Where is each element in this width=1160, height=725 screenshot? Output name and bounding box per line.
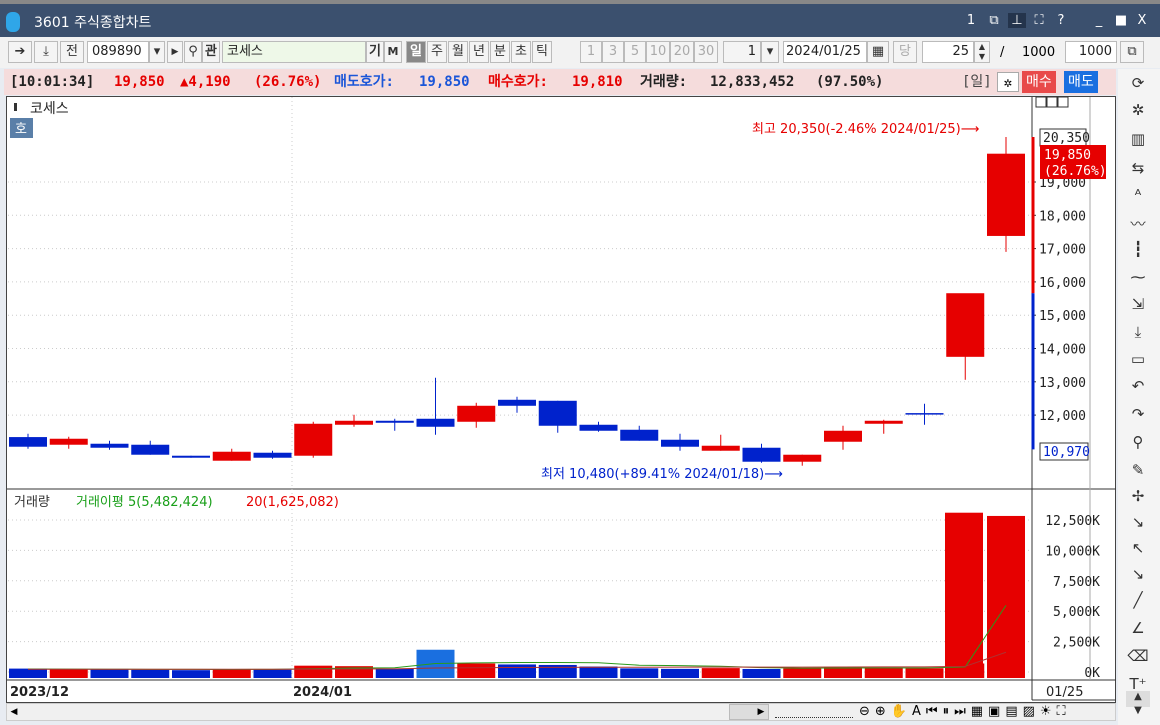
candle-body — [620, 429, 659, 441]
candle-body — [579, 424, 618, 431]
chart-canvas: 19,00018,00017,00016,00015,00014,00013,0… — [7, 96, 1116, 701]
candle-body — [335, 420, 373, 425]
price-panel-title: 코세스 — [30, 101, 69, 117]
price-axis-label: 17,000 — [1039, 243, 1086, 258]
candle-body — [783, 454, 822, 462]
price-axis-label: 18,000 — [1039, 209, 1086, 224]
current-rate-label: (26.76%) — [1044, 164, 1107, 179]
volume-bar — [49, 669, 88, 678]
volume-axis-label: 10,000K — [1045, 544, 1100, 559]
volume-bar — [905, 668, 944, 678]
panel-scale-button — [1057, 96, 1069, 108]
candle-body — [498, 399, 536, 406]
price-axis-label: 13,000 — [1039, 376, 1086, 391]
date-label: 2024/01 — [293, 685, 352, 700]
low-annotation: 최저 10,480(+89.41% 2024/01/18)⟶ — [541, 467, 783, 482]
price-axis-label: 15,000 — [1039, 309, 1086, 324]
price-axis-label: 14,000 — [1039, 343, 1086, 358]
volume-bar — [620, 668, 659, 678]
current-date-label: 01/25 — [1046, 685, 1083, 700]
candle-body — [131, 444, 170, 455]
candle-body — [172, 455, 210, 458]
candle-body — [375, 420, 414, 423]
candle-body — [661, 439, 699, 447]
volume-bar — [212, 669, 251, 678]
volume-bar — [131, 669, 170, 678]
date-label: 2023/12 — [10, 685, 69, 700]
price-axis-label: 12,000 — [1039, 409, 1086, 424]
volume-bar — [864, 667, 903, 678]
volume-bar — [498, 664, 536, 678]
candle-body — [212, 451, 251, 461]
volume-bar — [172, 670, 210, 678]
candle-body — [294, 423, 333, 456]
volume-ma20-legend: 20(1,625,082) — [246, 495, 339, 510]
volume-axis-label: 7,500K — [1053, 575, 1100, 590]
candle-body — [49, 438, 88, 445]
volume-bar — [294, 665, 333, 678]
volume-ma5-legend: 거래이평 5(5,482,424) — [76, 495, 213, 510]
volume-bar — [783, 668, 822, 678]
volume-bar — [9, 668, 47, 678]
panel-scale-button — [1046, 96, 1058, 108]
candle-body — [864, 420, 903, 424]
volume-bar — [253, 669, 292, 678]
candle-body — [987, 153, 1025, 236]
candle-body — [538, 400, 577, 426]
current-price-label: 19,850 — [1044, 148, 1091, 163]
candle-body — [90, 443, 129, 448]
volume-axis-label: 0K — [1084, 666, 1100, 681]
candle-body — [946, 293, 985, 357]
volume-bar — [742, 668, 781, 678]
low-price-label: 10,970 — [1043, 445, 1090, 460]
price-tag: 호 — [15, 122, 27, 137]
volume-bar — [579, 666, 618, 678]
candle-body — [905, 413, 944, 415]
volume-bar — [661, 668, 699, 678]
price-axis-label: 16,000 — [1039, 276, 1086, 291]
volume-bar — [457, 663, 496, 678]
volume-bar — [824, 666, 862, 678]
volume-bar — [90, 669, 129, 678]
high-annotation: 최고 20,350(-2.46% 2024/01/25)⟶ — [752, 122, 979, 137]
candle-body — [701, 445, 740, 451]
candle-body — [416, 418, 455, 427]
candle-body — [457, 405, 496, 422]
volume-bar — [945, 512, 983, 678]
candle-body — [253, 452, 292, 458]
high-price-label: 20,350 — [1043, 131, 1090, 146]
candle-body — [824, 430, 862, 442]
volume-axis-label: 12,500K — [1045, 514, 1100, 529]
volume-axis-label: 5,000K — [1053, 605, 1100, 620]
volume-axis-label: 2,500K — [1053, 636, 1100, 651]
candle-body — [742, 447, 781, 462]
price-legend-marker — [14, 103, 17, 111]
volume-bar — [701, 668, 740, 678]
volume-ma5-line — [27, 605, 1007, 670]
candle-body — [9, 437, 47, 447]
volume-bar — [987, 515, 1025, 678]
panel-scale-button — [1035, 96, 1047, 108]
volume-panel-title: 거래량 — [14, 495, 50, 510]
volume-bar — [375, 668, 414, 678]
